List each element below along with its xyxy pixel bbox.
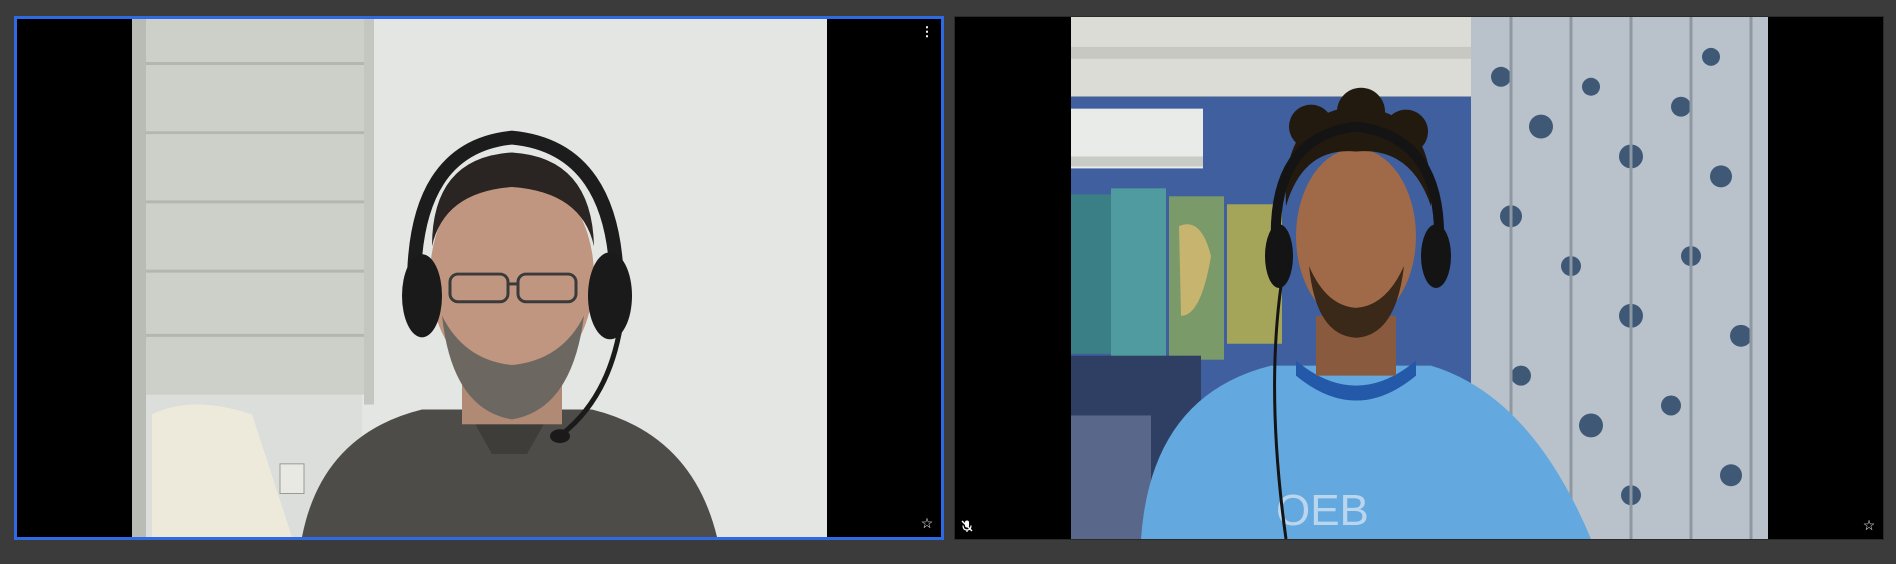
- more-options-icon[interactable]: ⋮: [919, 25, 935, 41]
- svg-text:OEB: OEB: [1276, 486, 1369, 535]
- video-feed-right: OEB: [1071, 17, 1768, 539]
- participant-tile-left[interactable]: ⋮ ☆: [14, 16, 944, 540]
- participant-tile-right[interactable]: OEB ☆: [954, 16, 1884, 540]
- star-icon[interactable]: ☆: [1861, 518, 1877, 535]
- mic-off-icon: [959, 519, 975, 535]
- star-icon[interactable]: ☆: [919, 516, 935, 533]
- video-feed-left: [132, 19, 827, 537]
